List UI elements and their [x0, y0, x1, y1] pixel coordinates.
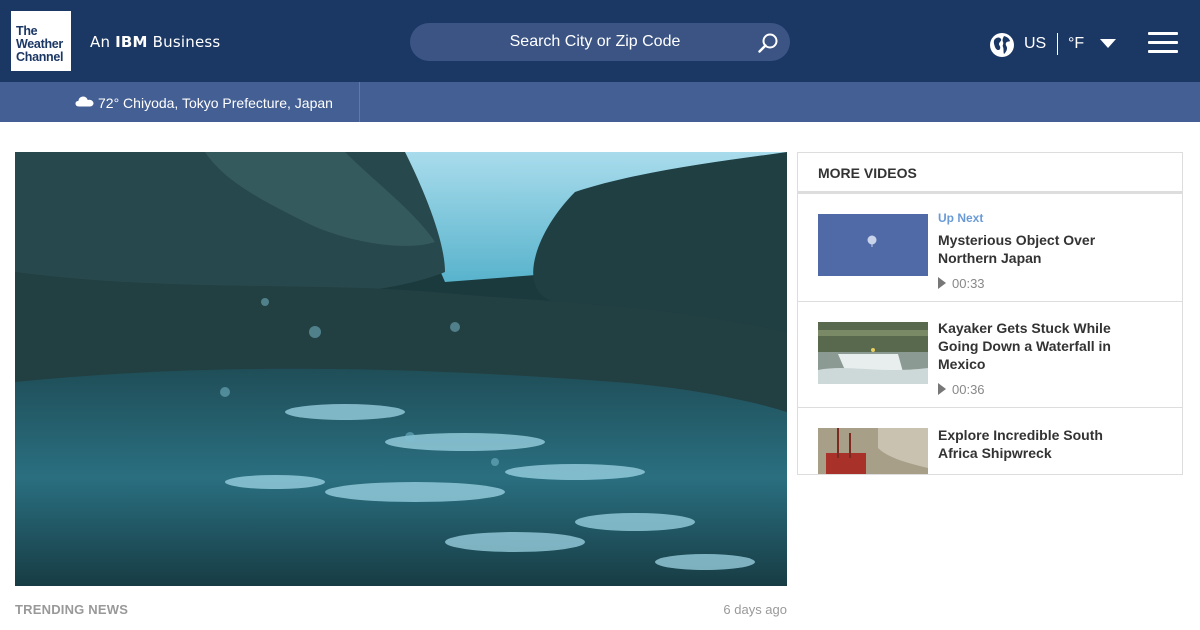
chevron-down-icon[interactable] — [1100, 39, 1116, 48]
more-videos-panel: MORE VIDEOS Up Next Mysterious Object Ov… — [797, 152, 1183, 475]
search-placeholder: Search City or Zip Code — [509, 33, 681, 50]
site-header: The Weather Channel An IBM Business Sear… — [0, 0, 1200, 82]
video-frame — [15, 152, 787, 586]
globe-icon[interactable] — [990, 33, 1014, 57]
duration-text: 00:33 — [952, 276, 985, 291]
video-title[interactable]: Explore Incredible South Africa Shipwrec… — [938, 426, 1138, 462]
ibm-suffix: Business — [152, 33, 221, 51]
video-player[interactable] — [15, 152, 787, 586]
video-list-item[interactable]: Explore Incredible South Africa Shipwrec… — [798, 408, 1182, 474]
search-icon[interactable] — [756, 31, 780, 55]
unit-selector[interactable]: °F — [1068, 35, 1084, 53]
search-input[interactable]: Search City or Zip Code — [410, 23, 790, 61]
logo-line-3: Channel — [16, 50, 64, 64]
video-thumbnail[interactable] — [818, 322, 928, 384]
video-category[interactable]: TRENDING NEWS — [15, 602, 128, 617]
cloud-icon — [75, 96, 94, 107]
video-list-item[interactable]: Kayaker Gets Stuck While Going Down a Wa… — [798, 302, 1182, 408]
location-divider — [359, 82, 360, 122]
ibm-prefix: An — [90, 33, 111, 51]
video-list-item[interactable]: Up Next Mysterious Object Over Northern … — [798, 196, 1182, 302]
video-title[interactable]: Mysterious Object Over Northern Japan — [938, 231, 1138, 267]
ibm-business-tagline[interactable]: An IBM Business — [90, 33, 220, 51]
play-icon — [938, 277, 946, 289]
video-age: 6 days ago — [723, 602, 787, 617]
video-thumbnail[interactable] — [818, 214, 928, 276]
ibm-brand: IBM — [115, 33, 148, 51]
duration-text: 00:36 — [952, 382, 985, 397]
up-next-label: Up Next — [938, 211, 984, 225]
play-icon — [938, 383, 946, 395]
panel-divider — [798, 191, 1182, 194]
locale-divider — [1057, 33, 1058, 55]
weather-channel-logo[interactable]: The Weather Channel — [11, 11, 71, 71]
locale-selector[interactable]: US — [1024, 35, 1046, 53]
video-thumbnail[interactable] — [818, 428, 928, 474]
video-duration: 00:33 — [938, 276, 985, 291]
video-duration: 00:36 — [938, 382, 985, 397]
hamburger-menu-icon[interactable] — [1148, 32, 1178, 54]
video-title[interactable]: Kayaker Gets Stuck While Going Down a Wa… — [938, 319, 1138, 373]
more-videos-title: MORE VIDEOS — [818, 165, 917, 181]
current-location-weather[interactable]: 72° Chiyoda, Tokyo Prefecture, Japan — [98, 95, 333, 111]
